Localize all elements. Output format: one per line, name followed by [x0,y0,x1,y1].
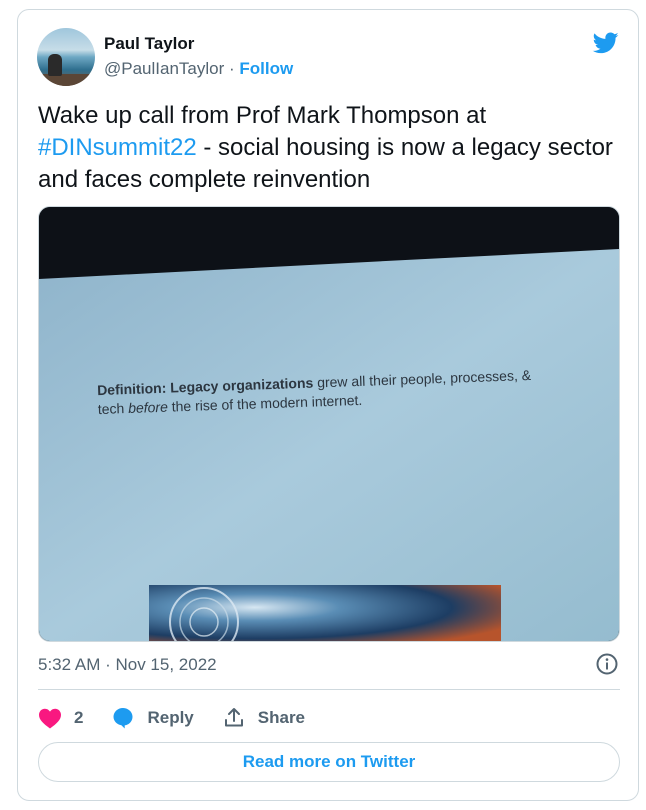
tweet-timestamp[interactable]: 5:32 AM · Nov 15, 2022 [38,655,217,675]
read-more-button[interactable]: Read more on Twitter [38,742,620,782]
share-label: Share [257,708,306,727]
share-upload-icon [224,708,243,727]
info-icon[interactable] [595,652,619,676]
tweet-card: Paul Taylor @PaulIanTaylor · Follow Wake… [17,9,639,801]
author-handle-row: @PaulIanTaylor · Follow [104,59,293,79]
hashtag-link[interactable]: #DINsummit22 [38,134,197,161]
photo-slide-image: Definition: Legacy organizations grew al… [39,207,619,641]
slide-line-2-italic: before [128,399,168,416]
author-handle[interactable]: @PaulIanTaylor [104,59,224,78]
twitter-bird-icon[interactable] [591,30,621,56]
avatar-deck [37,74,95,86]
avatar[interactable] [37,28,95,86]
tweet-text-start: Wake up call from Prof Mark Thompson at [38,102,487,129]
avatar-figure [48,54,62,76]
reply-bubble-icon [113,708,133,729]
like-count: 2 [74,708,84,727]
handle-separator: · [224,59,240,78]
heart-icon [39,708,61,729]
action-bar: 2 Reply Share [38,703,333,733]
tweet-photo[interactable]: Definition: Legacy organizations grew al… [38,206,620,642]
share-button[interactable]: Share [222,706,305,730]
author-name[interactable]: Paul Taylor [104,34,194,54]
tweet-text: Wake up call from Prof Mark Thompson at … [38,100,618,196]
like-button[interactable]: 2 [38,707,83,729]
follow-link[interactable]: Follow [239,59,293,78]
slide-line-2-a: tech [98,400,129,417]
divider [38,689,620,690]
reply-button[interactable]: Reply [111,706,194,730]
reply-label: Reply [147,708,194,727]
